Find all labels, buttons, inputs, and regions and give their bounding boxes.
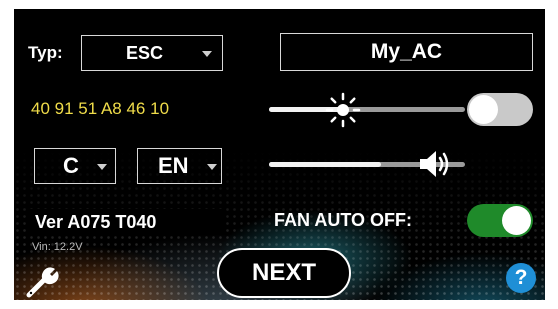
top-toggle-knob — [469, 95, 498, 124]
sun-icon[interactable] — [325, 92, 361, 128]
device-screen: Typ: ESC My_AC 40 91 51 A8 46 10 C EN Ve… — [14, 9, 545, 300]
speaker-icon[interactable] — [417, 146, 453, 182]
next-button-label: NEXT — [251, 259, 316, 286]
language-dropdown[interactable]: EN — [137, 148, 222, 184]
typ-label: Typ: — [28, 43, 63, 62]
device-name-field[interactable]: My_AC — [280, 33, 533, 71]
device-name: My_AC — [370, 40, 443, 63]
fan-auto-off-label: FAN AUTO OFF: — [274, 210, 412, 230]
top-toggle[interactable] — [467, 93, 533, 126]
unit-dropdown[interactable]: C — [34, 148, 116, 184]
version-text: Ver A075 T040 — [35, 212, 157, 232]
unit-value: C — [63, 153, 79, 178]
volume-slider-fill — [269, 162, 381, 167]
fan-auto-off-toggle[interactable] — [467, 204, 533, 237]
voltage-text: Vin: 12.2V — [32, 241, 83, 253]
chevron-down-icon — [202, 51, 212, 57]
brightness-slider[interactable] — [269, 107, 465, 112]
chevron-down-icon — [97, 164, 107, 170]
wrench-icon[interactable] — [26, 264, 60, 298]
help-icon[interactable]: ? — [506, 263, 536, 293]
help-icon-glyph: ? — [514, 266, 528, 289]
address-text: 40 91 51 A8 46 10 — [31, 99, 170, 118]
fan-toggle-knob — [502, 206, 531, 235]
next-button[interactable]: NEXT — [217, 248, 351, 298]
chevron-down-icon — [207, 164, 217, 170]
typ-dropdown[interactable]: ESC — [81, 35, 223, 71]
typ-value: ESC — [126, 42, 164, 63]
language-value: EN — [158, 153, 189, 178]
